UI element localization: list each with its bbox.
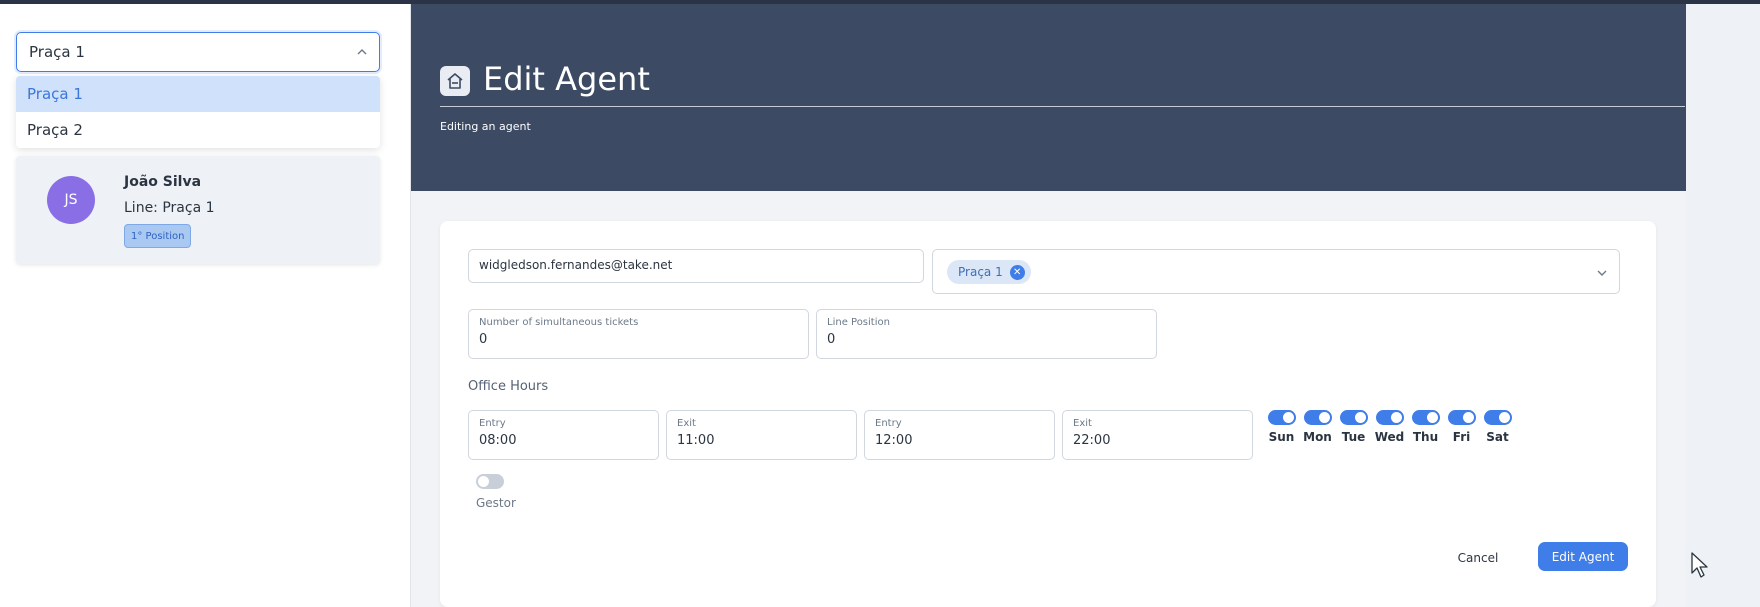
line-tag: Praça 1 ✕ [947, 260, 1031, 284]
day-label-thu: Thu [1412, 430, 1439, 444]
weekday-toggles: Sun Mon Tue Wed Thu Fri Sat [1266, 410, 1513, 460]
day-label-fri: Fri [1452, 430, 1471, 444]
day-label-mon: Mon [1303, 430, 1332, 444]
exit-value-2: 22:00 [1073, 433, 1111, 448]
day-label-sat: Sat [1486, 430, 1509, 444]
avatar: JS [47, 176, 95, 224]
chevron-up-icon [357, 49, 367, 55]
cancel-button[interactable]: Cancel [1458, 547, 1499, 569]
day-fri: Fri [1446, 410, 1477, 460]
gestor-label: Gestor [476, 496, 516, 510]
day-toggle-fri[interactable] [1447, 410, 1476, 425]
email-field[interactable]: widgledson.fernandes@take.net [468, 249, 924, 283]
office-hours-heading: Office Hours [468, 379, 549, 394]
day-label-tue: Tue [1341, 430, 1366, 444]
entry-time-field-2[interactable]: Entry 12:00 [864, 410, 1055, 460]
line-option-praca-1[interactable]: Praça 1 [16, 76, 380, 112]
exit-time-field-1[interactable]: Exit 11:00 [666, 410, 857, 460]
entry-value-2: 12:00 [875, 433, 913, 448]
simultaneous-tickets-value: 0 [479, 332, 488, 347]
line-position-field[interactable]: Line Position 0 [816, 309, 1157, 359]
page-header: Edit Agent Editing an agent [411, 4, 1686, 191]
gestor-toggle-wrap [476, 474, 504, 489]
entry-time-field-1[interactable]: Entry 08:00 [468, 410, 659, 460]
exit-value-1: 11:00 [677, 433, 715, 448]
line-select-value: Praça 1 [29, 43, 85, 61]
day-toggle-mon[interactable] [1303, 410, 1332, 425]
line-position-label: Line Position [827, 317, 890, 328]
right-gutter [1686, 4, 1760, 607]
exit-time-field-2[interactable]: Exit 22:00 [1062, 410, 1253, 460]
entry-value-1: 08:00 [479, 433, 517, 448]
day-mon: Mon [1302, 410, 1333, 460]
edit-agent-form: widgledson.fernandes@take.net Praça 1 ✕ … [440, 221, 1656, 607]
chevron-down-icon[interactable] [1595, 266, 1609, 280]
day-thu: Thu [1410, 410, 1441, 460]
agent-name: João Silva [124, 174, 202, 190]
day-label-sun: Sun [1268, 430, 1295, 444]
position-badge: 1° Position [124, 224, 192, 248]
day-sun: Sun [1266, 410, 1297, 460]
mouse-cursor-icon [1691, 552, 1708, 578]
simultaneous-tickets-field[interactable]: Number of simultaneous tickets 0 [468, 309, 809, 359]
lines-multiselect[interactable]: Praça 1 ✕ [932, 249, 1620, 294]
exit-label-1: Exit [677, 418, 696, 429]
page-title: Edit Agent [483, 60, 650, 98]
day-toggle-sun[interactable] [1267, 410, 1296, 425]
line-select[interactable]: Praça 1 [16, 32, 380, 72]
line-select-dropdown: Praça 1 Praça 2 [16, 76, 380, 148]
line-position-value: 0 [827, 332, 836, 347]
line-tag-label: Praça 1 [958, 265, 1003, 279]
day-label-wed: Wed [1374, 430, 1405, 444]
title-divider [440, 106, 1685, 107]
line-option-praca-2[interactable]: Praça 2 [16, 112, 380, 148]
page-subtitle: Editing an agent [440, 120, 531, 133]
left-panel: Praça 1 Praça 1 Praça 2 JS João Silva Li… [0, 4, 411, 607]
day-toggle-sat[interactable] [1483, 410, 1512, 425]
edit-agent-button[interactable]: Edit Agent [1538, 542, 1628, 571]
day-toggle-thu[interactable] [1411, 410, 1440, 425]
simultaneous-tickets-label: Number of simultaneous tickets [479, 317, 639, 328]
entry-label-1: Entry [479, 418, 506, 429]
home-icon[interactable] [440, 66, 470, 96]
entry-label-2: Entry [875, 418, 902, 429]
day-toggle-wed[interactable] [1375, 410, 1404, 425]
day-sat: Sat [1482, 410, 1513, 460]
day-wed: Wed [1374, 410, 1405, 460]
day-tue: Tue [1338, 410, 1369, 460]
remove-tag-icon[interactable]: ✕ [1009, 264, 1025, 280]
day-toggle-tue[interactable] [1339, 410, 1368, 425]
email-value: widgledson.fernandes@take.net [479, 258, 673, 272]
agent-line: Line: Praça 1 [124, 200, 215, 216]
agent-card[interactable]: JS João Silva Line: Praça 1 1° Position [16, 156, 380, 264]
exit-label-2: Exit [1073, 418, 1092, 429]
gestor-toggle[interactable] [476, 474, 504, 489]
